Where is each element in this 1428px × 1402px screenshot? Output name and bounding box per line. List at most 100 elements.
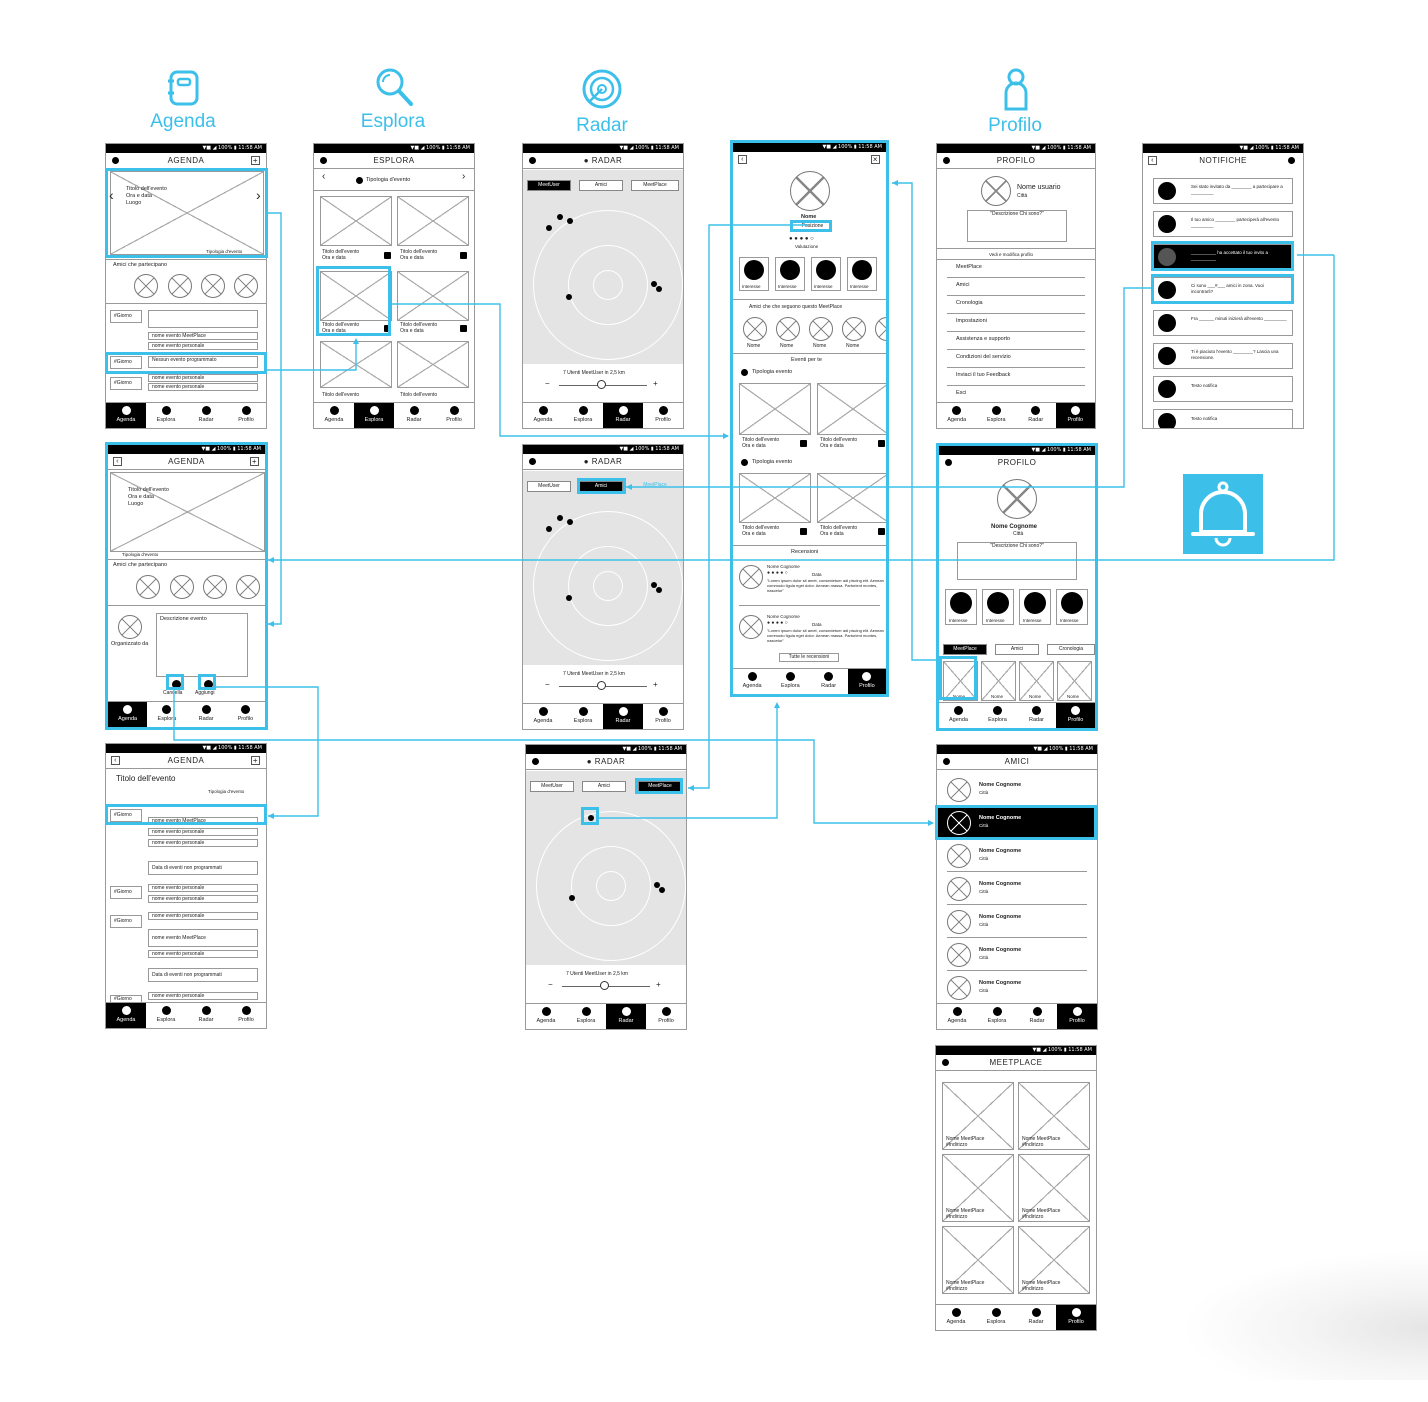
nav-radar[interactable]: Radar	[394, 403, 434, 428]
friend-avatar[interactable]	[947, 844, 971, 868]
event-row[interactable]: nome evento personale	[148, 992, 258, 1000]
menu-dot-icon[interactable]	[1288, 157, 1295, 164]
tab-meetuser[interactable]: MeetUser	[527, 180, 571, 191]
friend-avatar[interactable]	[809, 317, 833, 341]
friend-avatar[interactable]	[947, 910, 971, 934]
slider-plus[interactable]: +	[653, 380, 658, 388]
tab-amici[interactable]: Amici	[579, 180, 623, 191]
friend-avatar[interactable]	[234, 274, 258, 298]
add-card-icon[interactable]	[460, 252, 467, 259]
add-card-icon[interactable]	[878, 440, 885, 447]
menu-item-assistenza[interactable]: Assistenza e supporto	[956, 336, 1010, 343]
tab-meetplace[interactable]: MeetPlace	[631, 180, 679, 191]
event-card-image[interactable]	[320, 341, 392, 388]
add-icon[interactable]: +	[250, 457, 259, 466]
friend-avatar[interactable]	[743, 317, 767, 341]
event-row[interactable]: nome evento MeetPlace	[148, 332, 258, 340]
nav-esplora[interactable]: Esplora	[146, 1003, 186, 1028]
friend-avatar[interactable]	[168, 274, 192, 298]
friend-avatar[interactable]	[947, 976, 971, 1000]
event-card-image[interactable]	[817, 473, 886, 523]
nav-esplora[interactable]: Esplora	[563, 704, 603, 729]
menu-dot-icon[interactable]	[943, 157, 950, 164]
add-card-icon[interactable]	[800, 440, 807, 447]
friend-avatar[interactable]	[201, 274, 225, 298]
nav-radar[interactable]: Radar	[1017, 703, 1056, 728]
event-card-image[interactable]	[817, 383, 886, 435]
menu-item-impostazioni[interactable]: Impostazioni	[956, 318, 987, 325]
nav-agenda[interactable]: Agenda	[936, 1305, 976, 1330]
add-card-icon[interactable]	[460, 325, 467, 332]
menu-dot-icon[interactable]	[945, 459, 952, 466]
event-row[interactable]: nome evento personale	[148, 839, 258, 847]
add-card-icon[interactable]	[878, 528, 885, 535]
event-row[interactable]: nome evento MeetPlace	[148, 929, 258, 947]
nav-agenda[interactable]: Agenda	[733, 669, 771, 694]
event-row[interactable]: nome evento personale	[148, 828, 258, 836]
nav-profilo[interactable]: Profilo	[646, 1004, 686, 1029]
friend-name[interactable]: Nome Cognome	[979, 947, 1021, 954]
nav-esplora[interactable]: Esplora	[977, 1004, 1017, 1029]
back-icon[interactable]: ‹	[113, 457, 122, 466]
nav-profilo[interactable]: Profilo	[1056, 1305, 1096, 1330]
event-card-image[interactable]	[397, 271, 469, 321]
nav-esplora[interactable]: Esplora	[978, 703, 1017, 728]
event-card-image[interactable]	[397, 341, 469, 388]
friend-name[interactable]: Nome Cognome	[979, 848, 1021, 855]
friend-name[interactable]: Nome Cognome	[979, 914, 1021, 921]
friend-avatar[interactable]	[947, 877, 971, 901]
friend-name[interactable]: Nome Cognome	[979, 980, 1021, 987]
menu-dot-icon[interactable]	[529, 157, 536, 164]
nav-agenda[interactable]: Agenda	[106, 403, 146, 428]
tab-meetuser[interactable]: MeetUser	[530, 781, 574, 792]
tab-amici[interactable]: Amici	[995, 644, 1039, 655]
menu-dot-icon[interactable]	[532, 758, 539, 765]
back-icon[interactable]: ‹	[1148, 156, 1157, 165]
nav-esplora[interactable]: Esplora	[147, 702, 186, 727]
friend-avatar[interactable]	[134, 274, 158, 298]
category-filter[interactable]: Tipologia d'evento	[366, 177, 410, 184]
menu-dot-icon[interactable]	[943, 758, 950, 765]
close-icon[interactable]: ×	[871, 155, 880, 164]
nav-profilo[interactable]: Profilo	[226, 1003, 266, 1028]
nav-profilo[interactable]: Profilo	[226, 403, 266, 428]
menu-item-condizioni[interactable]: Condizioni del servizio	[956, 354, 1011, 361]
nav-esplora[interactable]: Esplora	[146, 403, 186, 428]
nav-agenda[interactable]: Agenda	[106, 1003, 146, 1028]
nav-esplora[interactable]: Esplora	[771, 669, 809, 694]
friend-avatar[interactable]	[776, 317, 800, 341]
event-row[interactable]: nome evento personale	[148, 912, 258, 920]
position-field[interactable]: Posizione	[790, 220, 832, 232]
nav-agenda[interactable]: Agenda	[939, 703, 978, 728]
nav-radar[interactable]: Radar	[1017, 1004, 1057, 1029]
friend-avatar[interactable]	[947, 943, 971, 967]
nav-agenda[interactable]: Agenda	[526, 1004, 566, 1029]
nav-agenda[interactable]: Agenda	[523, 403, 563, 428]
nav-profilo[interactable]: Profilo	[1057, 1004, 1097, 1029]
slider-handle[interactable]	[597, 681, 606, 690]
friend-avatar[interactable]	[136, 575, 160, 599]
nav-profilo[interactable]: Profilo	[847, 669, 886, 694]
nav-esplora[interactable]: Esplora	[566, 1004, 606, 1029]
tab-meetplace[interactable]: MeetPlace	[631, 481, 679, 492]
slider-plus[interactable]: +	[653, 681, 658, 689]
edit-profile-link[interactable]: Vedi e modifica profilo	[989, 251, 1033, 258]
event-row[interactable]: nome evento personale	[148, 895, 258, 903]
nav-radar[interactable]: Radar	[1016, 403, 1056, 428]
slider-handle[interactable]	[597, 380, 606, 389]
event-row[interactable]: nome evento personale	[148, 950, 258, 958]
tab-meetuser[interactable]: MeetUser	[527, 481, 571, 492]
nav-radar[interactable]: Radar	[606, 1004, 646, 1029]
back-icon[interactable]: ‹	[738, 155, 747, 164]
back-icon[interactable]: ‹	[111, 756, 120, 765]
nav-radar[interactable]: Radar	[603, 704, 643, 729]
nav-radar[interactable]: Radar	[810, 669, 848, 694]
add-icon[interactable]: +	[251, 756, 260, 765]
event-card-image[interactable]	[320, 196, 392, 246]
tab-cronologia[interactable]: Cronologia	[1047, 644, 1095, 655]
nav-profilo[interactable]: Profilo	[434, 403, 474, 428]
menu-item-esci[interactable]: Esci	[956, 390, 966, 397]
chevron-left-icon[interactable]: ‹	[322, 172, 325, 182]
slider-minus[interactable]: −	[545, 380, 550, 388]
friend-avatar[interactable]	[875, 317, 886, 341]
